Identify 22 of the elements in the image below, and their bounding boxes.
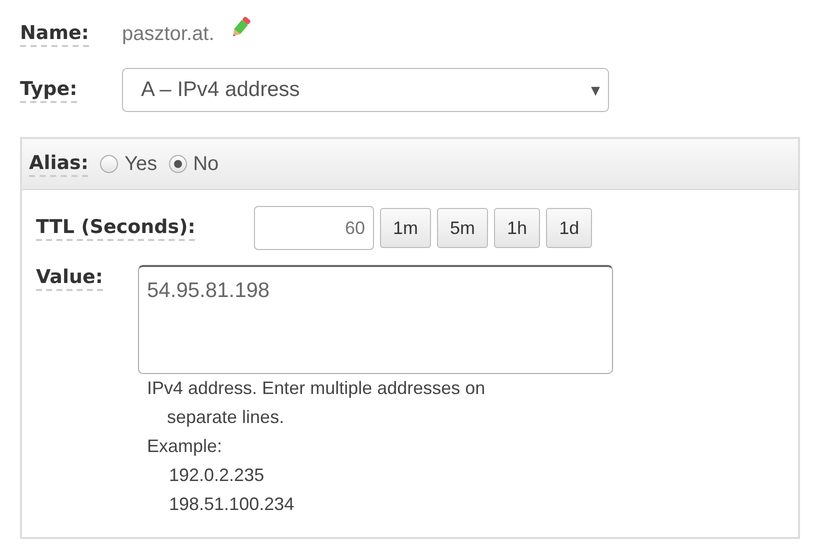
type-select[interactable]: A – IPv4 address ▾ (122, 68, 609, 112)
value-textarea[interactable]: 54.95.81.198 (138, 265, 613, 374)
value-label: Value: (36, 265, 104, 291)
example-address: 198.51.100.234 (168, 493, 296, 516)
type-label: Type: (20, 77, 78, 103)
radio-label[interactable]: Yes (124, 152, 158, 176)
alias-label: Alias: (29, 151, 88, 177)
ttl-preset-button[interactable]: 1h (494, 208, 540, 248)
ttl-preset-button[interactable]: 5m (437, 208, 488, 248)
caret-icon: ▾ (591, 79, 600, 101)
ttl-input[interactable]: 60 (254, 206, 374, 250)
example-label: Example: (147, 435, 224, 458)
radio-button[interactable] (169, 155, 188, 173)
record-name: pasztor.at. (122, 22, 214, 46)
ttl-label: TTL (Seconds): (36, 215, 196, 241)
example-address: 192.0.2.235 (168, 464, 266, 487)
radio-label[interactable]: No (193, 152, 219, 176)
radio-button[interactable] (100, 155, 118, 173)
help-text: IPv4 address. Enter multiple addresses on separate lines. (147, 377, 486, 429)
name-label: Name: (20, 21, 90, 47)
ttl-preset-button[interactable]: 1d (546, 208, 592, 248)
ttl-preset-button[interactable]: 1m (380, 208, 432, 248)
